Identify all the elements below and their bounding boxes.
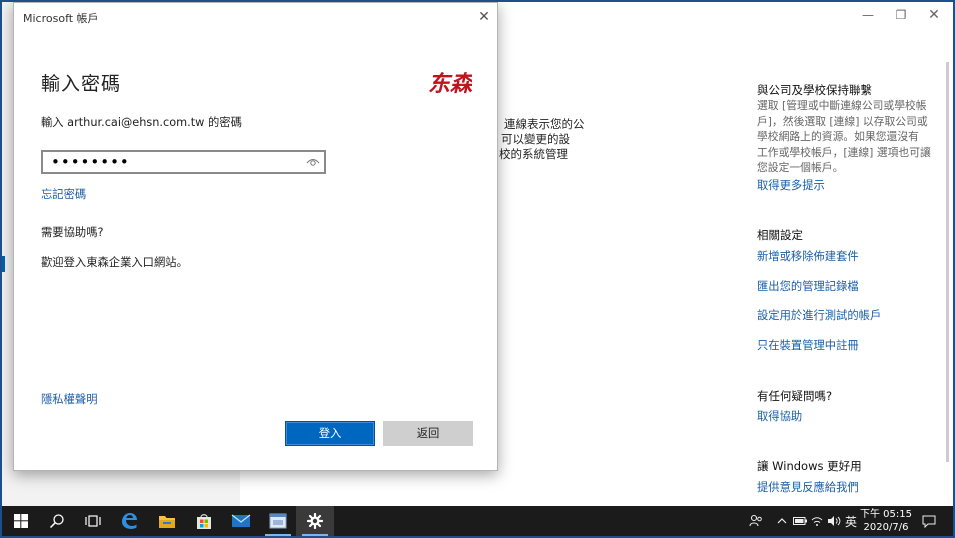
taskbar: 英 下午 05:15 2020/7/6 [2,506,953,536]
network-button[interactable] [809,506,825,536]
minimize-icon[interactable]: — [853,5,883,25]
windows-logo-icon [14,514,28,528]
reveal-password-icon[interactable] [306,156,320,168]
people-icon [749,514,762,527]
help-text: 歡迎登入東森企業入口網站。 [41,256,188,269]
desktop-screen: — ❐ ✕ 連線表示您的公 可以變更的設 校的系統管理 與公司及學校保持聯繫 選… [2,2,953,536]
task-view-button[interactable] [74,506,112,536]
chevron-up-icon [777,518,787,524]
logo-text: 东森 [428,71,472,97]
related-settings-heading: 相關設定 [757,228,803,242]
battery-button[interactable] [792,506,808,536]
people-button[interactable] [746,506,766,536]
question-heading: 有任何疑問嗎? [757,389,833,403]
device-management-link[interactable]: 只在裝置管理中註冊 [757,337,947,353]
close-icon[interactable]: ✕ [473,7,495,27]
partial-description-line: 連線表示您的公 [504,117,585,131]
volume-button[interactable] [826,506,842,536]
get-help-link[interactable]: 取得協助 [757,408,947,424]
network-icon [811,517,823,526]
password-input[interactable]: •••••••• [41,150,326,174]
input-method-indicator[interactable]: 英 [843,506,859,536]
scrollbar[interactable] [946,62,949,462]
clock-date: 2020/7/6 [863,522,909,533]
forgot-password-link[interactable]: 忘記密碼 [41,186,86,202]
export-log-link[interactable]: 匯出您的管理記錄檔 [757,278,947,294]
close-window-icon[interactable]: ✕ [919,5,949,25]
help-heading: 需要協助嗎? [41,226,104,239]
store-icon [197,514,211,529]
sign-in-app-button[interactable] [259,506,297,536]
provisioning-package-link[interactable]: 新增或移除佈建套件 [757,248,947,264]
password-value: •••••••• [51,153,130,171]
mail-button[interactable] [222,506,260,536]
clock-time: 下午 05:15 [860,509,912,520]
speaker-icon [828,516,841,526]
page-title: 輸入密碼 [41,73,122,95]
file-explorer-button[interactable] [148,506,186,536]
more-tips-link[interactable]: 取得更多提示 [757,177,947,193]
selected-nav-indicator [2,256,5,272]
edge-browser-button[interactable] [110,506,148,536]
connect-description: 選取 [管理或中斷連線公司或學校帳 戶]，然後選取 [連線] 以存取公司或 學校… [757,99,931,174]
task-view-icon [85,515,101,527]
notification-icon [922,515,936,528]
privacy-link[interactable]: 隱私權聲明 [41,391,98,407]
search-button[interactable] [38,506,76,536]
dialog-title: Microsoft 帳戶 [23,12,99,25]
search-icon [49,514,64,529]
test-account-link[interactable]: 設定用於進行測試的帳戶 [757,307,947,323]
settings-app-button[interactable] [296,506,334,536]
notification-center-button[interactable] [918,506,940,536]
edge-icon [122,513,137,529]
connect-heading: 與公司及學校保持聯繫 [757,83,872,97]
partial-description-line: 校的系統管理 [499,147,568,161]
company-logo: 东森 [428,71,472,97]
sign-in-button[interactable]: 登入 [285,421,375,446]
mail-icon [231,514,251,527]
restore-icon[interactable]: ❐ [886,5,916,25]
feedback-link[interactable]: 提供意見反應給我們 [757,479,947,495]
partial-description-line: 可以變更的設 [501,132,570,146]
store-button[interactable] [185,506,223,536]
gear-icon [307,513,323,529]
feedback-heading: 讓 Windows 更好用 [757,459,862,473]
taskbar-clock[interactable]: 下午 05:15 2020/7/6 [860,508,912,534]
back-button[interactable]: 返回 [383,421,473,446]
folder-icon [159,516,175,528]
password-prompt: 輸入 arthur.cai@ehsn.com.tw 的密碼 [41,116,242,129]
microsoft-account-dialog: Microsoft 帳戶 ✕ 輸入密碼 东森 輸入 arthur.cai@ehs… [13,2,498,471]
show-hidden-icons-button[interactable] [774,506,790,536]
battery-icon [793,517,807,525]
start-button[interactable] [2,506,40,536]
window-app-icon [269,513,287,529]
